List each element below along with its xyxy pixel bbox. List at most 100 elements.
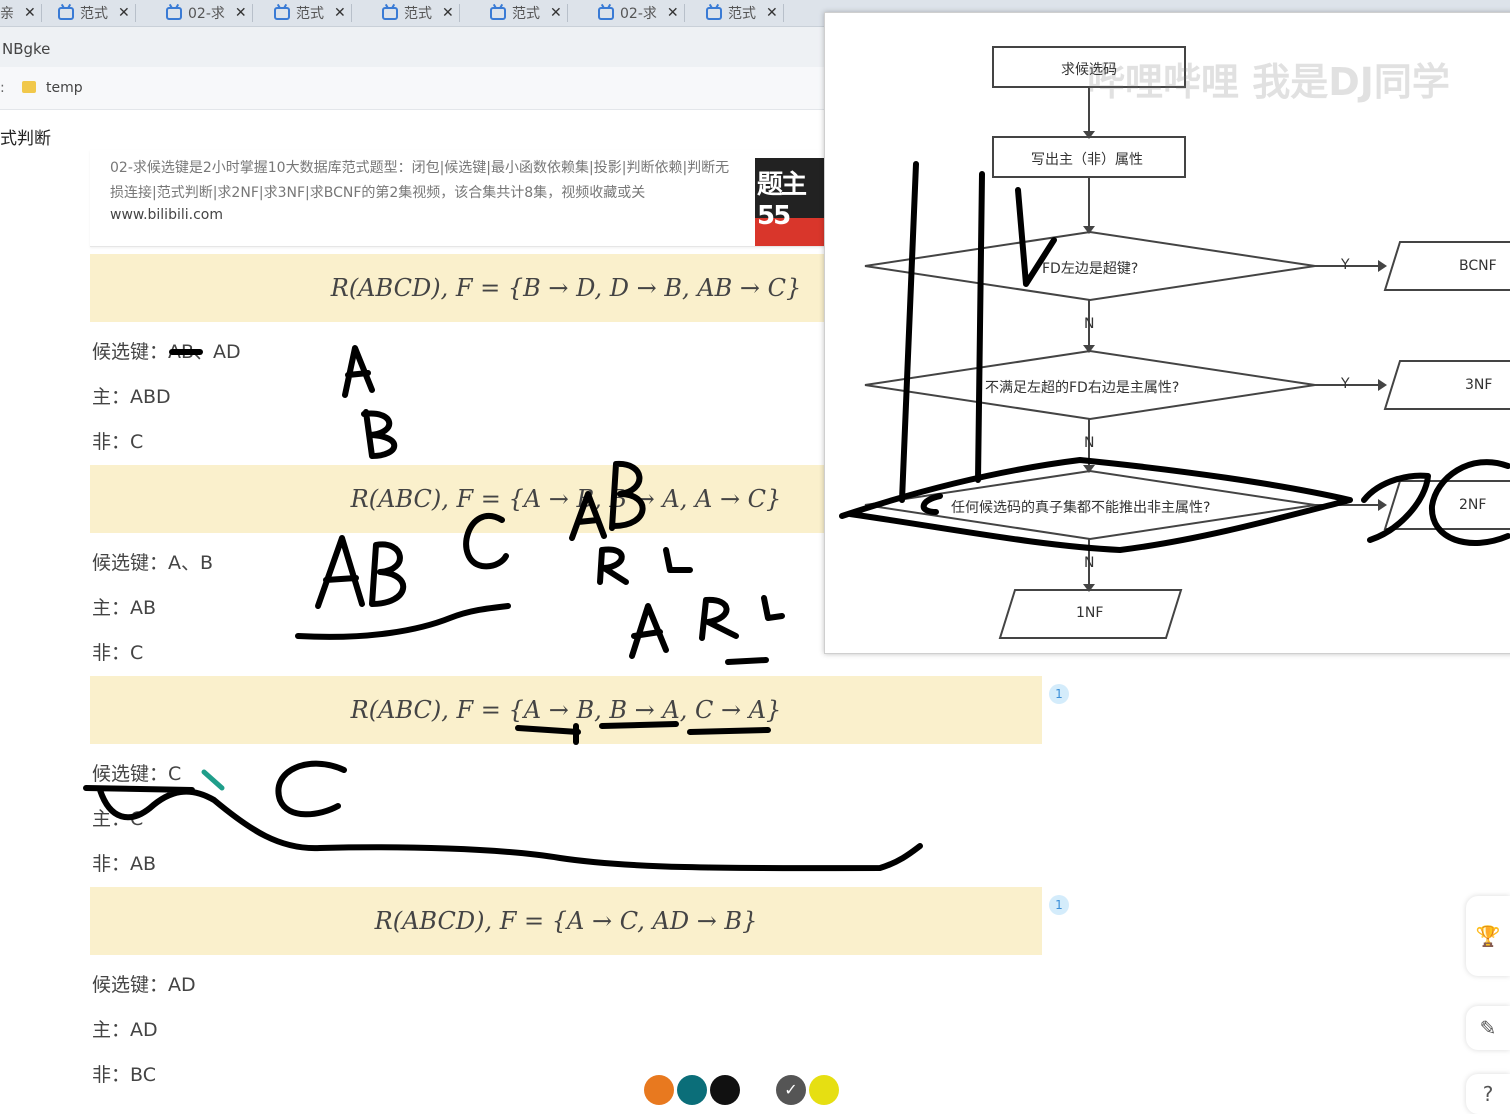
ink-letter xyxy=(597,546,629,585)
flow-yes-label: Y xyxy=(1341,257,1350,273)
ink-letter xyxy=(629,603,669,659)
primary-attr-line: 主：C xyxy=(92,808,144,830)
bilibili-icon xyxy=(58,6,74,20)
candidate-key-line: 候选键：C xyxy=(92,763,182,785)
primary-attr-line: 主：AB xyxy=(92,597,157,619)
address-text: NBgke xyxy=(2,40,51,58)
formula-text: R(ABC), F = {A → B, B → A, A → C} xyxy=(350,485,782,513)
browser-tab[interactable]: 范式 ✕ xyxy=(706,0,784,26)
bilibili-icon xyxy=(166,6,182,20)
formula-text: R(ABC), F = {A → B, B → A, C → A} xyxy=(350,696,782,724)
close-icon[interactable]: ✕ xyxy=(550,5,562,21)
formula-block: R(ABCD), F = {A → C, AD → B} xyxy=(90,887,1042,955)
tab-label: 范式 xyxy=(512,6,540,22)
browser-tab[interactable]: 范式 ✕ xyxy=(274,0,352,26)
close-icon[interactable]: ✕ xyxy=(766,5,778,21)
primary-attr-line: 主：ABD xyxy=(92,386,171,408)
browser-tab[interactable]: 范式 ✕ xyxy=(58,0,136,26)
ink-letter xyxy=(761,595,785,621)
candidate-key-line: 候选键：AB、AD xyxy=(92,341,241,363)
pen-color-teal[interactable] xyxy=(677,1075,707,1105)
flow-1nf-label: 1NF xyxy=(1076,605,1104,621)
nonprimary-attr-line: 非：AB xyxy=(92,853,157,875)
link-preview-card[interactable]: 02-求候选键是2小时掌握10大数据库范式题型：闭包|候选键|最小函数依赖集|投… xyxy=(90,150,830,247)
formula-text: R(ABCD), F = {A → C, AD → B} xyxy=(374,907,758,935)
tab-label: 02-求 xyxy=(188,6,225,22)
folder-icon[interactable] xyxy=(22,81,36,93)
pen-cursor xyxy=(201,769,225,791)
pen-color-yellow[interactable] xyxy=(809,1075,839,1105)
tab-label: 范式 xyxy=(728,6,756,22)
close-icon[interactable]: ✕ xyxy=(24,5,36,21)
ink-letter xyxy=(369,541,407,607)
tab-label: 范式 xyxy=(80,6,108,22)
comment-count-badge[interactable]: 1 xyxy=(1049,895,1069,915)
card-description: 02-求候选键是2小时掌握10大数据库范式题型：闭包|候选键|最小函数依赖集|投… xyxy=(110,160,730,201)
address-bar[interactable]: NBgke xyxy=(0,27,830,67)
page-title: 式判断 xyxy=(0,129,51,149)
tab-label: 亲 xyxy=(0,6,14,22)
flow-no-label: N xyxy=(1084,435,1095,451)
formula-text: R(ABCD), F = {B → D, D → B, AB → C} xyxy=(330,274,802,302)
browser-tab[interactable]: 范式 ✕ xyxy=(382,0,460,26)
flow-q3-label: 任何候选码的真子集都不能推出非主属性? xyxy=(951,500,1211,516)
ink-dash xyxy=(725,657,769,665)
trophy-icon[interactable]: 🏆 xyxy=(1466,896,1510,976)
bilibili-icon xyxy=(706,6,722,20)
bookmark-folder-temp[interactable]: temp xyxy=(46,80,83,96)
ink-underline xyxy=(295,603,511,640)
browser-tab[interactable]: 02-求 ✕ xyxy=(166,0,253,26)
tab-label: 02-求 xyxy=(620,6,657,22)
flowchart-panel: 哔哩哔哩 我是DJ同学 求候选码 写出主（非）属性 FD左边是超键? 不满足左超… xyxy=(824,12,1510,654)
comment-count-badge[interactable]: 1 xyxy=(1049,684,1069,704)
flow-3nf-label: 3NF xyxy=(1465,377,1493,393)
close-icon[interactable]: ✕ xyxy=(442,5,454,21)
note-edit-icon[interactable]: ✎ xyxy=(1466,1006,1510,1050)
tab-label: 范式 xyxy=(404,6,432,22)
pen-color-orange[interactable] xyxy=(644,1075,674,1105)
bilibili-icon xyxy=(490,6,506,20)
close-icon[interactable]: ✕ xyxy=(235,5,247,21)
browser-tab[interactable]: 范式 ✕ xyxy=(490,0,568,26)
ink-letter xyxy=(361,409,398,459)
bilibili-icon xyxy=(382,6,398,20)
close-icon[interactable]: ✕ xyxy=(667,5,679,21)
flow-step-label: 写出主（非）属性 xyxy=(1031,152,1143,168)
formula-block: R(ABC), F = {A → B, B → A, C → A} xyxy=(90,676,1042,744)
flow-q1-label: FD左边是超键? xyxy=(1042,261,1139,277)
ink-letter xyxy=(699,596,739,641)
ink-underline xyxy=(83,785,923,872)
card-url[interactable]: www.bilibili.com xyxy=(110,207,223,223)
flow-no-label: N xyxy=(1084,316,1095,332)
bilibili-icon xyxy=(598,6,614,20)
ink-letter xyxy=(275,760,347,818)
candidate-key-line: 候选键：A、B xyxy=(92,552,214,574)
nonprimary-attr-line: 非：BC xyxy=(92,1064,156,1086)
flow-q2-label: 不满足左超的FD右边是主属性? xyxy=(985,380,1180,396)
flow-start-label: 求候选码 xyxy=(1061,62,1117,78)
flowchart-diagram xyxy=(864,46,1510,639)
nonprimary-attr-line: 非：C xyxy=(92,431,144,453)
ink-letter xyxy=(315,535,365,609)
help-icon[interactable]: ? xyxy=(1466,1074,1510,1114)
ink-letter xyxy=(663,547,693,573)
ink-letter xyxy=(342,345,375,398)
close-icon[interactable]: ✕ xyxy=(118,5,130,21)
flow-bcnf-label: BCNF xyxy=(1459,258,1497,274)
flow-yes-label: Y xyxy=(1341,376,1350,392)
card-thumbnail: 题主 55 xyxy=(755,158,825,246)
pen-color-black[interactable] xyxy=(710,1075,740,1105)
pen-color-gray-selected-icon[interactable]: ✓ xyxy=(776,1075,806,1105)
close-icon[interactable]: ✕ xyxy=(334,5,346,21)
flow-no-label: N xyxy=(1084,555,1095,571)
bookmarks-bar: : temp xyxy=(0,67,830,110)
video-watermark: 哔哩哔哩 我是DJ同学 xyxy=(1087,60,1450,104)
tab-label: 范式 xyxy=(296,6,324,22)
bilibili-icon xyxy=(274,6,290,20)
primary-attr-line: 主：AD xyxy=(92,1019,158,1041)
browser-tab[interactable]: 02-求 ✕ xyxy=(598,0,685,26)
nonprimary-attr-line: 非：C xyxy=(92,642,144,664)
flow-2nf-label: 2NF xyxy=(1459,497,1487,513)
browser-tab[interactable]: 亲 ✕ xyxy=(0,0,42,26)
candidate-key-line: 候选键：AD xyxy=(92,974,196,996)
